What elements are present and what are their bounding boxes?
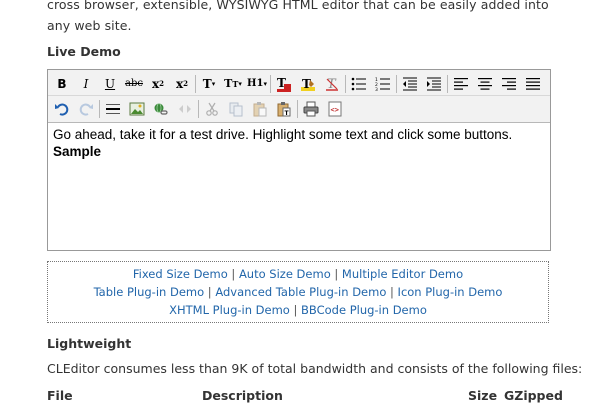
undo-icon[interactable] xyxy=(50,98,74,120)
table-header-gzipped: GZipped xyxy=(504,388,563,403)
live-demo-heading: Live Demo xyxy=(47,44,121,59)
toolbar-row-1: B I U abc x2 x2 T ▾ T T ▾ H1 ▾ T T T 1 2… xyxy=(50,72,545,95)
subscript-small-label: 2 xyxy=(159,79,165,88)
icon-plugin-demo-link[interactable]: Icon Plug-in Demo xyxy=(398,285,503,299)
table-header-description: Description xyxy=(202,388,283,403)
table-plugin-demo-link[interactable]: Table Plug-in Demo xyxy=(94,285,205,299)
toolbar-separator xyxy=(447,74,448,93)
demo-links-box: Fixed Size Demo | Auto Size Demo | Multi… xyxy=(47,261,549,323)
demo-links-row-2: Table Plug-in Demo | Advanced Table Plug… xyxy=(48,283,548,301)
align-center-icon[interactable] xyxy=(473,73,497,95)
font-color-icon[interactable]: T xyxy=(272,73,296,95)
paste-text-icon[interactable]: T xyxy=(272,98,296,120)
toolbar-separator xyxy=(99,99,100,118)
link-separator: | xyxy=(207,285,212,299)
editor-toolbar: B I U abc x2 x2 T ▾ T T ▾ H1 ▾ T T T 1 2… xyxy=(48,70,550,123)
underline-button[interactable]: U xyxy=(98,73,122,95)
bold-button[interactable]: B xyxy=(50,73,74,95)
bullet-list-icon[interactable] xyxy=(347,73,371,95)
auto-size-demo-link[interactable]: Auto Size Demo xyxy=(239,267,331,281)
view-source-icon[interactable]: <> xyxy=(323,98,347,120)
paste-icon[interactable] xyxy=(248,98,272,120)
superscript-label: x xyxy=(175,76,184,91)
align-left-icon[interactable] xyxy=(449,73,473,95)
wysiwyg-editor: B I U abc x2 x2 T ▾ T T ▾ H1 ▾ T T T 1 2… xyxy=(47,69,551,251)
size-label: T xyxy=(224,77,233,90)
size-button[interactable]: T T ▾ xyxy=(221,73,245,95)
underline-label: U xyxy=(104,76,116,91)
lightweight-heading: Lightweight xyxy=(47,336,132,351)
toolbar-separator xyxy=(297,99,298,118)
toolbar-separator xyxy=(270,74,271,93)
fixed-size-demo-link[interactable]: Fixed Size Demo xyxy=(133,267,228,281)
print-icon[interactable] xyxy=(299,98,323,120)
link-separator: | xyxy=(390,285,394,299)
table-header-size: Size xyxy=(468,388,498,403)
remove-link-icon[interactable] xyxy=(173,98,197,120)
xhtml-plugin-demo-link[interactable]: XHTML Plug-in Demo xyxy=(169,303,290,317)
subscript-label: x xyxy=(151,76,160,91)
editor-content-area[interactable]: Go ahead, take it for a test drive. High… xyxy=(53,126,545,160)
insert-image-icon[interactable] xyxy=(125,98,149,120)
copy-icon[interactable] xyxy=(224,98,248,120)
link-separator: | xyxy=(231,267,236,281)
subscript-button[interactable]: x2 xyxy=(146,73,170,95)
align-right-icon[interactable] xyxy=(497,73,521,95)
indent-icon[interactable] xyxy=(422,73,446,95)
svg-text:<>: <> xyxy=(331,106,339,114)
outdent-icon[interactable] xyxy=(398,73,422,95)
strikethrough-button[interactable]: abc xyxy=(122,73,146,95)
lightweight-text: CLEditor consumes less than 9K of total … xyxy=(47,361,583,376)
multiple-editor-demo-link[interactable]: Multiple Editor Demo xyxy=(342,267,463,281)
editor-content-bold-line: Sample xyxy=(53,144,102,159)
toolbar-separator xyxy=(396,74,397,93)
toolbar-separator xyxy=(198,99,199,118)
editor-content-line: Go ahead, take it for a test drive. High… xyxy=(53,127,513,142)
bbcode-plugin-demo-link[interactable]: BBCode Plug-in Demo xyxy=(301,303,427,317)
numbered-list-icon[interactable]: 123 xyxy=(371,73,395,95)
toolbar-separator xyxy=(195,74,196,93)
horizontal-rule-icon[interactable] xyxy=(101,98,125,120)
remove-formatting-icon[interactable]: T xyxy=(320,73,344,95)
toolbar-row-2: T <> xyxy=(50,97,347,120)
style-label: H1 xyxy=(247,78,264,89)
intro-text: cross browser, extensible, WYSIWYG HTML … xyxy=(47,0,549,33)
toolbar-row-divider xyxy=(48,95,550,96)
demo-links-row-3: XHTML Plug-in Demo | BBCode Plug-in Demo xyxy=(48,301,548,319)
italic-label: I xyxy=(83,76,89,91)
italic-button[interactable]: I xyxy=(74,73,98,95)
redo-icon[interactable] xyxy=(74,98,98,120)
link-separator: | xyxy=(293,303,298,317)
superscript-small-label: 2 xyxy=(183,79,189,88)
superscript-button[interactable]: x2 xyxy=(170,73,194,95)
cut-icon[interactable] xyxy=(200,98,224,120)
style-button[interactable]: H1 ▾ xyxy=(245,73,269,95)
demo-links-row-1: Fixed Size Demo | Auto Size Demo | Multi… xyxy=(48,265,548,283)
bold-label: B xyxy=(57,76,67,91)
table-header-file: File xyxy=(47,388,73,403)
advanced-table-plugin-demo-link[interactable]: Advanced Table Plug-in Demo xyxy=(215,285,386,299)
link-separator: | xyxy=(334,267,339,281)
svg-text:3: 3 xyxy=(375,87,378,91)
font-button[interactable]: T ▾ xyxy=(197,73,221,95)
justify-icon[interactable] xyxy=(521,73,545,95)
strikethrough-label: abc xyxy=(125,78,143,89)
insert-link-icon[interactable] xyxy=(149,98,173,120)
font-label: T xyxy=(202,76,212,91)
highlight-color-icon[interactable]: T xyxy=(296,73,320,95)
toolbar-separator xyxy=(345,74,346,93)
